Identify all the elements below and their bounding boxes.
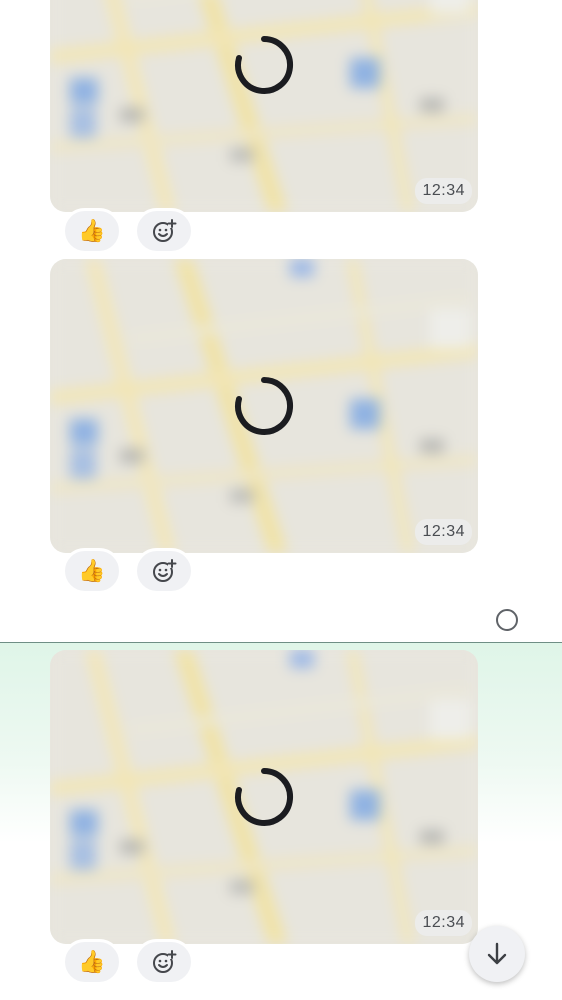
message-timestamp: 12:34 (415, 910, 472, 936)
arrow-down-icon (487, 942, 507, 965)
reaction-thumbs-up[interactable]: 👍 (62, 208, 122, 254)
smiley-plus-icon (153, 219, 177, 242)
message-timestamp: 12:34 (415, 519, 472, 545)
scroll-to-bottom-button[interactable] (469, 926, 525, 982)
map-preview (50, 0, 478, 212)
add-reaction-button[interactable] (134, 939, 194, 985)
add-reaction-button[interactable] (134, 548, 194, 594)
thumbs-up-emoji: 👍 (78, 949, 106, 974)
smiley-plus-icon (153, 950, 177, 973)
add-reaction-button[interactable] (134, 208, 194, 254)
circle-status-icon (496, 609, 518, 631)
chat-screen: 12:34 👍 12:34 👍 12:34 👍 (0, 0, 562, 1000)
loading-spinner-icon (235, 377, 294, 435)
location-message[interactable]: 12:34 (50, 0, 478, 212)
thumbs-up-emoji: 👍 (78, 558, 106, 583)
unread-divider (0, 642, 562, 643)
thumbs-up-emoji: 👍 (78, 218, 106, 243)
reaction-thumbs-up[interactable]: 👍 (62, 548, 122, 594)
location-message[interactable]: 12:34 (50, 259, 478, 553)
reaction-thumbs-up[interactable]: 👍 (62, 939, 122, 985)
smiley-plus-icon (153, 559, 177, 582)
loading-spinner-icon (235, 768, 294, 826)
location-message[interactable]: 12:34 (50, 650, 478, 944)
message-timestamp: 12:34 (415, 178, 472, 204)
loading-spinner-icon (235, 36, 294, 94)
